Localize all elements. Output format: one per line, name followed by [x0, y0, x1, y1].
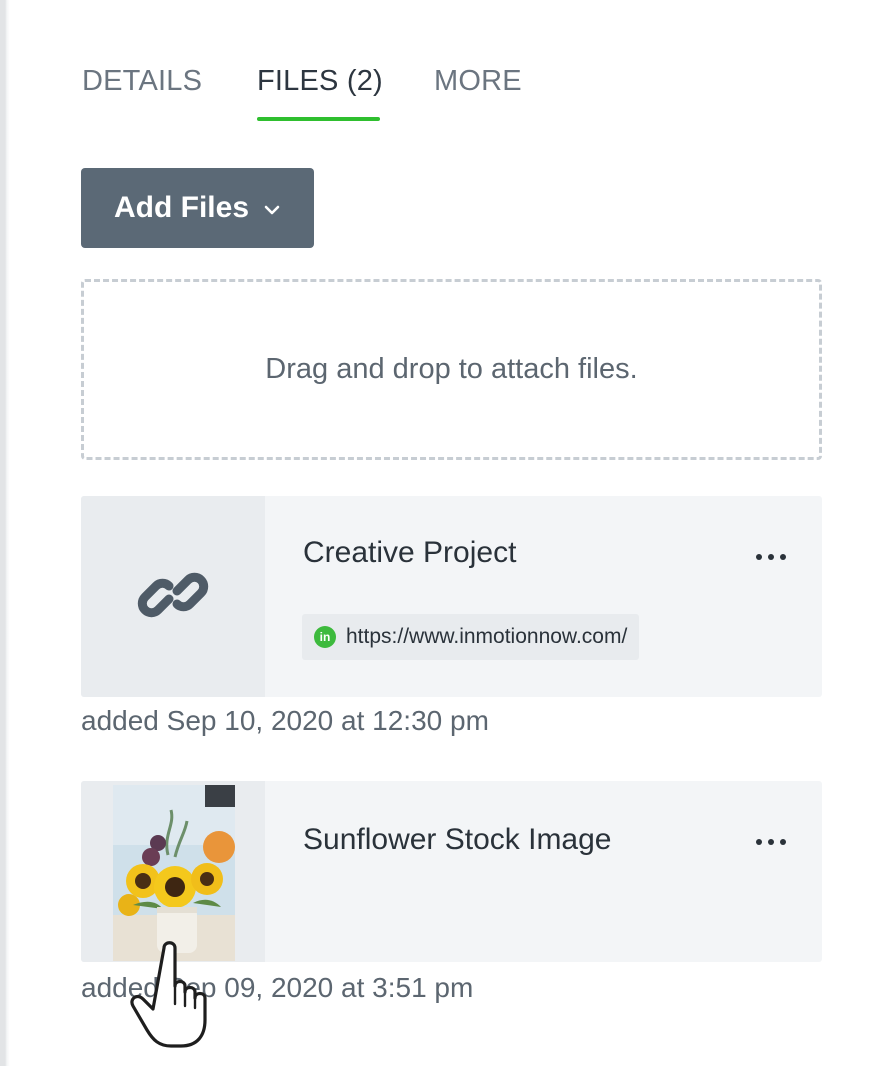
file-added-date: added Sep 10, 2020 at 12:30 pm [81, 705, 489, 736]
more-options-icon[interactable] [756, 837, 786, 847]
file-title[interactable]: Sunflower Stock Image [303, 823, 611, 857]
file-url: https://www.inmotionnow.com/ [346, 625, 628, 648]
file-drop-zone[interactable]: Drag and drop to attach files. [81, 279, 822, 460]
drop-zone-text: Drag and drop to attach files. [265, 353, 638, 385]
files-panel: DETAILS FILES (2) MORE Add Files Drag an… [80, 0, 822, 1066]
tab-files[interactable]: FILES (2) [257, 62, 383, 100]
file-title[interactable]: Creative Project [303, 536, 516, 570]
file-thumbnail[interactable] [81, 496, 265, 697]
sunflower-photo [113, 785, 235, 961]
chevron-down-icon [264, 205, 280, 215]
tab-details[interactable]: DETAILS [82, 62, 202, 100]
hand-pointer-cursor [130, 941, 207, 1048]
tab-more[interactable]: MORE [434, 62, 522, 100]
panel-divider [0, 0, 10, 1066]
link-icon [137, 572, 209, 618]
add-files-label: Add Files [113, 191, 249, 224]
file-thumbnail[interactable] [81, 781, 265, 962]
url-chip[interactable]: in https://www.inmotionnow.com/ [302, 614, 640, 660]
file-card[interactable]: Sunflower Stock Image [81, 781, 822, 962]
more-options-icon[interactable] [756, 552, 786, 562]
active-tab-indicator [257, 117, 380, 121]
add-files-button[interactable]: Add Files [81, 168, 314, 248]
inmotion-logo-icon: in [314, 626, 336, 648]
file-card[interactable]: Creative Project in https://www.inmotion… [81, 496, 822, 697]
